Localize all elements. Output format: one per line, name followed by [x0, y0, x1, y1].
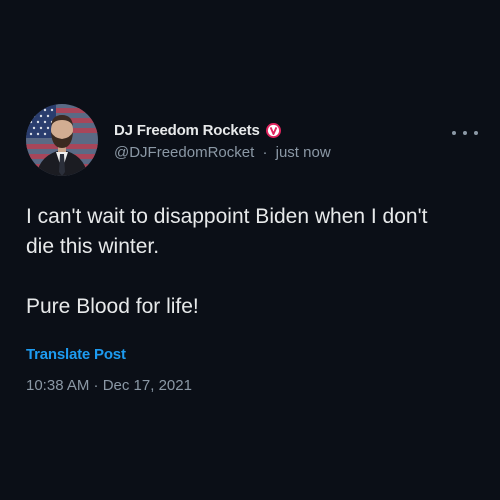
post-text: I can't wait to disappoint Biden when I …	[26, 205, 428, 318]
author-name-row: DJ Freedom Rockets	[114, 121, 281, 139]
relative-time[interactable]: just now	[276, 144, 331, 161]
display-name[interactable]: DJ Freedom Rockets	[114, 122, 260, 139]
more-horizontal-icon	[474, 131, 478, 135]
verified-badge-icon	[265, 122, 281, 138]
author-handle[interactable]: @DJFreedomRocket	[114, 144, 254, 161]
handle-row: @DJFreedomRocket · just now	[114, 144, 331, 161]
more-horizontal-icon	[452, 131, 456, 135]
more-options-button[interactable]	[452, 126, 478, 140]
avatar[interactable]	[26, 104, 98, 176]
avatar-image	[26, 104, 98, 176]
post-card: DJ Freedom Rockets @DJFreedomRocket · ju…	[0, 0, 500, 500]
translate-post-link[interactable]: Translate Post	[26, 346, 126, 363]
post-timestamp[interactable]: 10:38 AM · Dec 17, 2021	[26, 377, 192, 394]
separator: ·	[262, 144, 268, 161]
more-horizontal-icon	[463, 131, 467, 135]
